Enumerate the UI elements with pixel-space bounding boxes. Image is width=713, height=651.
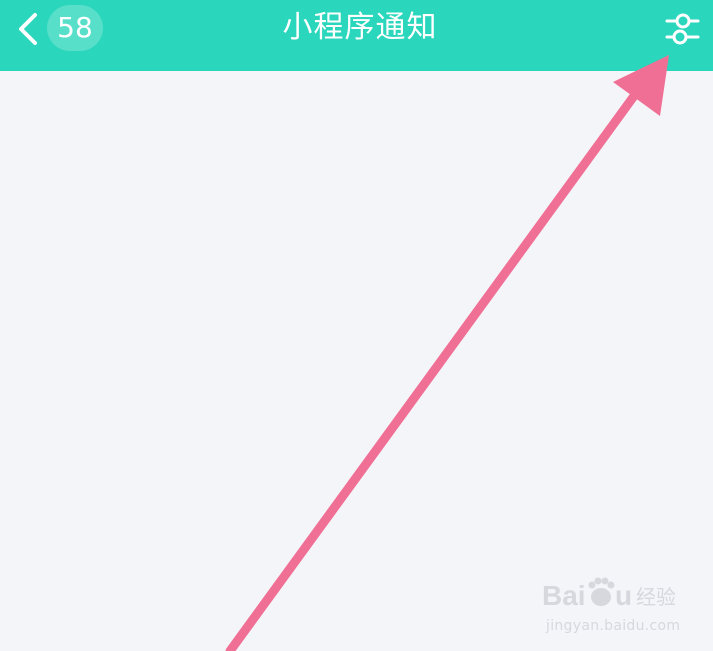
baidu-jingyan-watermark: Bai u 经验 jingyan.baidu.com [540,572,690,642]
unread-count-badge: 58 [47,5,103,51]
watermark-url: jingyan.baidu.com [546,618,681,634]
top-navigation-bar: 58 小程序通知 [0,0,713,71]
baidu-jingyan-logo: Bai u 经验 [542,577,676,611]
sliders-icon[interactable] [660,9,704,49]
page-title: 小程序通知 [282,10,438,45]
svg-text:经验: 经验 [636,585,676,609]
notification-list-area [0,71,713,651]
svg-text:Bai: Bai [542,580,586,611]
back-button[interactable]: 58 [0,0,115,71]
chevron-left-icon [19,13,37,45]
svg-text:u: u [615,580,632,611]
